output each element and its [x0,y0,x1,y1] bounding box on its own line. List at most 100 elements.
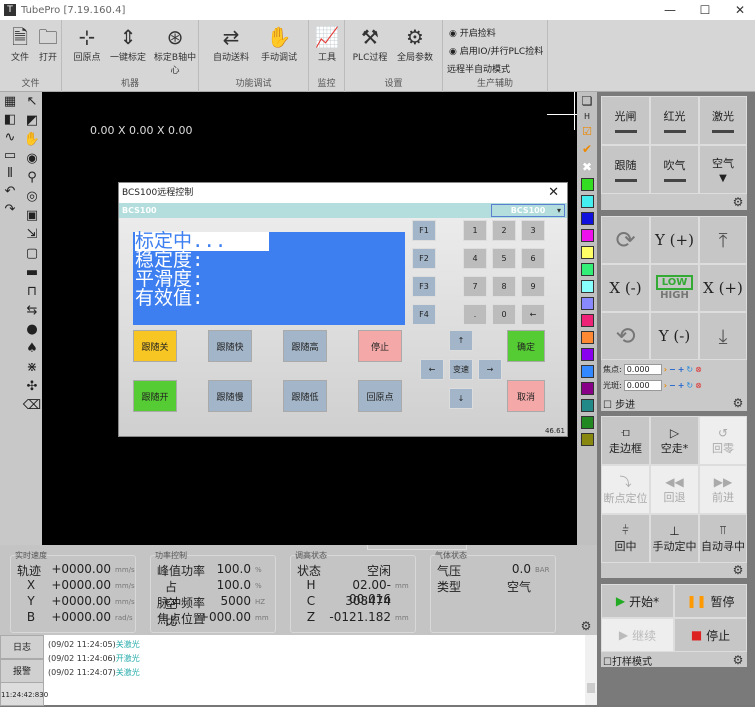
close-button[interactable]: ✕ [725,0,755,20]
speed-toggle[interactable]: LOW HIGH [650,264,699,312]
z-up-button[interactable]: ⤒ [699,216,747,264]
function-key[interactable]: F1 [412,220,436,241]
log-scrollbar[interactable] [585,635,597,705]
home-button[interactable]: ⊹ 回原点 [67,24,107,63]
refresh-icon[interactable]: ↻ [686,381,693,390]
hand-icon[interactable]: ✋ [24,132,40,147]
mirror-icon[interactable]: ♠ [26,341,38,356]
dialog-button[interactable]: 跟随慢 [208,380,252,412]
spot-input[interactable]: 0.000 [623,380,662,391]
cancel-button[interactable]: 取消 [507,380,545,412]
keypad-key[interactable]: 8 [492,276,516,297]
arrow-down-button[interactable]: ↓ [449,388,473,409]
layer-color-swatch[interactable] [580,280,594,293]
circle-icon[interactable]: ◎ [26,189,37,204]
manual-debug-button[interactable]: ✋ 手动调试 [259,24,299,63]
stop-button[interactable]: ■ 停止 [674,618,747,652]
arrow-right-icon[interactable]: › [664,365,667,374]
y-plus-button[interactable]: Y (+) [650,216,699,264]
rect-icon[interactable]: ▢ [26,246,38,261]
gear-icon[interactable]: ⚙ [579,619,593,633]
motion-button-1[interactable]: ▷ 空走* [650,416,699,465]
book-icon[interactable]: ▭ [4,148,16,163]
minus-icon[interactable]: − [669,365,676,374]
layer-color-swatch[interactable] [580,433,594,446]
array-icon[interactable]: ⫴ [7,166,12,181]
arrow-up-button[interactable]: ↑ [449,330,473,351]
x-plus-button[interactable]: X (+) [699,264,747,312]
lead-icon[interactable]: ⊓ [27,284,37,299]
function-key[interactable]: F2 [412,248,436,269]
rotate-plus-button[interactable]: ⟳ [601,216,650,264]
dialog-close-button[interactable]: ✕ [548,185,559,200]
cancel-icon[interactable]: ⊗ [695,381,702,390]
dialog-button[interactable]: 回原点 [358,380,402,412]
toggle-2[interactable]: 激光 [699,96,747,145]
minus-icon[interactable]: − [669,381,676,390]
keypad-key[interactable]: 7 [463,276,487,297]
remote-semi-auto-link[interactable]: 远程半自动模式 [447,62,510,75]
sample-mode-checkbox[interactable]: ☐打样模式 [603,653,652,668]
undo-icon[interactable]: ↶ [5,184,16,199]
arrow-right-icon[interactable]: › [664,381,667,390]
global-params-button[interactable]: ⚙ 全局参数 [395,24,435,63]
gear-icon[interactable]: ⚙ [731,563,745,577]
dialog-button[interactable]: 跟随开 [133,380,177,412]
z-down-button[interactable]: ⤓ [699,312,747,360]
layer-color-swatch[interactable] [580,246,594,259]
b-axis-center-button[interactable]: ⊛ 标定B轴中心 [150,24,200,76]
step-checkbox[interactable]: ☐ 步进 [603,396,635,411]
tab-alarm[interactable]: 报警 [0,659,44,683]
layer-color-swatch[interactable] [580,416,594,429]
bar-icon[interactable]: ▬ [26,265,38,280]
layer-color-swatch[interactable] [580,348,594,361]
motion-button-4[interactable]: ◀◀ 回退 [650,465,699,514]
focus-input[interactable]: 0.000 [623,364,662,375]
curve-icon[interactable]: ∿ [5,130,16,145]
resume-button[interactable]: ▶ 继续 [601,618,674,652]
plc-pick-option[interactable]: ◉ 启用IO/并行PLC捡料 [449,44,543,57]
scroll-thumb[interactable] [587,683,595,693]
y-minus-button[interactable]: Y (-) [650,312,699,360]
plc-button[interactable]: ⚒ PLC过程 [350,24,390,63]
pause-button[interactable]: ❚❚ 暂停 [674,584,747,618]
layer-color-swatch[interactable] [580,178,594,191]
gear-icon[interactable]: ⚙ [731,195,745,209]
layers-icon[interactable]: ❏ [582,94,593,108]
arrow-right-button[interactable]: → [478,359,502,380]
function-key[interactable]: F4 [412,304,436,325]
layer-color-swatch[interactable] [580,229,594,242]
toggle-0[interactable]: 光闸 [601,96,650,145]
tools-button[interactable]: 📈 工具 [307,24,347,63]
ok-button[interactable]: 确定 [507,330,545,362]
motion-button-0[interactable]: ⟤ 走边框 [601,416,650,465]
plus-icon[interactable]: + [678,381,685,390]
layer-color-swatch[interactable] [580,331,594,344]
checkbox-icon[interactable]: ☑ [582,125,592,138]
import-icon[interactable]: ⇲ [27,227,38,242]
toggle-3[interactable]: 跟随 [601,145,650,194]
cancel-icon[interactable]: ⊗ [695,365,702,374]
keypad-key[interactable]: 5 [492,248,516,269]
tab-log[interactable]: 日志 [0,635,44,659]
zoom-icon[interactable]: ⚲ [27,170,37,185]
motion-button-2[interactable]: ↺ 回零 [699,416,747,465]
x-icon[interactable]: ✖ [582,160,592,174]
motion-button-6[interactable]: ⫩ 回中 [601,514,650,563]
motion-button-3[interactable]: ⤵ 断点定位 [601,465,650,514]
layer-color-swatch[interactable] [580,382,594,395]
arrow-left-button[interactable]: ← [420,359,444,380]
device-select[interactable]: BCS100 ▾ [491,204,565,217]
layer-color-swatch[interactable] [580,365,594,378]
auto-feed-button[interactable]: ⇄ 自动送料 [211,24,251,63]
keypad-key[interactable]: 6 [521,248,545,269]
gear-icon[interactable]: ⚙ [731,396,745,410]
cube-icon[interactable]: ◧ [4,112,16,127]
x-minus-button[interactable]: X (-) [601,264,650,312]
keypad-key[interactable]: ← [521,304,545,325]
node-select-icon[interactable]: ◩ [26,113,38,128]
center-icon[interactable]: ✣ [27,379,38,394]
split-icon[interactable]: ⋇ [27,360,38,375]
rotate-minus-button[interactable]: ⟲ [601,312,650,360]
plus-icon[interactable]: + [678,365,685,374]
